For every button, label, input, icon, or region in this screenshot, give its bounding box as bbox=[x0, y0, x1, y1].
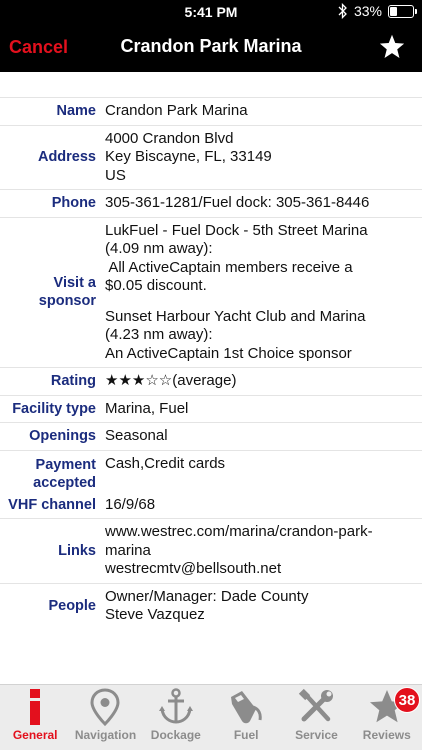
tab-label: Fuel bbox=[233, 728, 259, 742]
battery-percent: 33% bbox=[353, 3, 382, 19]
row-sponsor: Visit a sponsor LukFuel - Fuel Dock - 5t… bbox=[0, 218, 422, 368]
sponsor-text: LukFuel - Fuel Dock - 5th Street Marina bbox=[105, 221, 368, 239]
map-pin-icon bbox=[90, 688, 120, 727]
row-phone: Phone 305-361-1281/Fuel dock: 305-361-84… bbox=[0, 190, 422, 218]
address-label: Address bbox=[37, 149, 96, 166]
sponsor-text: $0.05 discount. bbox=[105, 277, 207, 294]
anchor-icon bbox=[158, 688, 193, 724]
info-icon bbox=[30, 689, 41, 725]
address-line: US bbox=[105, 166, 126, 184]
tab-service[interactable]: Service bbox=[281, 685, 351, 750]
tab-label: General bbox=[12, 728, 58, 742]
row-name: Name Crandon Park Marina bbox=[0, 98, 422, 126]
people-value: Owner/Manager: Dade County Steve Vazquez bbox=[100, 584, 422, 629]
people-line: Owner/Manager: Dade County bbox=[105, 587, 309, 605]
people-line: Steve Vazquez bbox=[105, 606, 205, 623]
phone-value[interactable]: 305-361-1281/Fuel dock: 305-361-8446 bbox=[100, 190, 422, 217]
links-label: Links bbox=[58, 542, 96, 559]
reviews-count-badge: 38 bbox=[393, 687, 420, 713]
tab-dockage[interactable]: Dockage bbox=[141, 685, 211, 750]
navigation-bar: Cancel Crandon Park Marina bbox=[0, 24, 422, 72]
row-rating: Rating ★★★☆☆(average) bbox=[0, 368, 422, 396]
sponsor-entry[interactable]: Sunset Harbour Yacht Club and Marina (4.… bbox=[105, 308, 422, 364]
openings-value: Seasonal bbox=[100, 423, 422, 450]
row-facility-type: Facility type Marina, Fuel bbox=[0, 396, 422, 423]
tab-reviews[interactable]: Reviews 38 bbox=[352, 685, 422, 750]
sponsor-spacer bbox=[105, 296, 422, 308]
rating-label: Rating bbox=[50, 373, 96, 390]
sponsor-label-line: sponsor bbox=[38, 293, 96, 310]
sponsor-entry[interactable]: LukFuel - Fuel Dock - 5th Street Marina … bbox=[105, 222, 422, 296]
tab-bar: General Navigation Dockage Fuel Service … bbox=[0, 684, 422, 750]
marina-details: Name Crandon Park Marina Address 4000 Cr… bbox=[0, 72, 422, 684]
tab-label: Navigation bbox=[74, 728, 137, 742]
rating-value: ★★★☆☆(average) bbox=[100, 368, 422, 395]
name-text: Crandon Park Marina bbox=[105, 102, 248, 119]
row-payment: Payment accepted Cash,Credit cards bbox=[0, 451, 422, 492]
website-link-text: marina bbox=[105, 541, 151, 559]
facility-type-text: Marina, Fuel bbox=[105, 399, 189, 417]
address-line: 4000 Crandon Blvd bbox=[105, 129, 234, 147]
top-spacer bbox=[0, 72, 422, 98]
payment-value: Cash,Credit cards bbox=[100, 451, 422, 492]
sponsor-text: All ActiveCaptain members receive a bbox=[105, 258, 353, 276]
facility-type-label: Facility type bbox=[12, 400, 96, 417]
openings-label: Openings bbox=[29, 428, 96, 445]
tab-label: Dockage bbox=[150, 728, 201, 742]
sponsor-text: Sunset Harbour Yacht Club and Marina bbox=[105, 307, 366, 325]
tab-navigation[interactable]: Navigation bbox=[70, 685, 140, 750]
payment-text: Cash,Credit cards bbox=[105, 454, 226, 472]
website-link-text: www.westrec.com/marina/crandon-park- bbox=[105, 523, 373, 540]
vhf-value: 16/9/68 bbox=[100, 492, 422, 519]
vhf-label-text: VHF channel bbox=[8, 496, 96, 513]
sponsor-text: (4.09 nm away): bbox=[105, 240, 213, 257]
payment-label: Payment accepted bbox=[0, 451, 100, 492]
vhf-label: VHF channel bbox=[0, 492, 100, 519]
website-link[interactable]: www.westrec.com/marina/crandon-park- mar… bbox=[105, 523, 422, 560]
row-links: Links www.westrec.com/marina/crandon-par… bbox=[0, 519, 422, 584]
name-label: Name bbox=[56, 103, 97, 120]
email-link[interactable]: westrecmtv@bellsouth.net bbox=[105, 560, 422, 579]
bluetooth-icon bbox=[338, 3, 347, 19]
facility-type-value: Marina, Fuel bbox=[100, 396, 422, 423]
address-value: 4000 Crandon Blvd Key Biscayne, FL, 3314… bbox=[100, 126, 422, 190]
vhf-text: 16/9/68 bbox=[105, 495, 156, 513]
tab-general[interactable]: General bbox=[0, 685, 70, 750]
phone-label: Phone bbox=[51, 195, 96, 212]
rating-stars: ★★★☆☆(average) bbox=[105, 372, 237, 389]
address-line: Key Biscayne, FL, 33149 bbox=[105, 148, 272, 165]
status-indicators: 33% bbox=[338, 3, 417, 19]
sponsor-value: LukFuel - Fuel Dock - 5th Street Marina … bbox=[100, 218, 422, 368]
battery-fill bbox=[390, 6, 397, 16]
sponsor-label-line: Visit a bbox=[53, 275, 96, 292]
favorite-star-icon[interactable] bbox=[378, 33, 406, 61]
tab-fuel[interactable]: Fuel bbox=[211, 685, 281, 750]
openings-text: Seasonal bbox=[105, 427, 168, 444]
sponsor-text: (4.23 nm away): bbox=[105, 326, 213, 343]
payment-label-line: accepted bbox=[33, 474, 96, 491]
row-people: People Owner/Manager: Dade County Steve … bbox=[0, 584, 422, 629]
links-value: www.westrec.com/marina/crandon-park- mar… bbox=[100, 519, 422, 583]
name-value: Crandon Park Marina bbox=[100, 98, 422, 125]
battery-icon bbox=[388, 4, 417, 18]
sponsor-label: Visit a sponsor bbox=[0, 218, 100, 368]
people-label: People bbox=[48, 598, 96, 614]
tools-icon bbox=[299, 688, 334, 722]
status-bar: 5:41 PM 33% bbox=[0, 0, 422, 24]
payment-label-line: Payment bbox=[35, 456, 96, 473]
tab-label: Service bbox=[295, 728, 338, 742]
phone-number[interactable]: 305-361-1281/Fuel dock: 305-361-8446 bbox=[105, 194, 422, 213]
row-vhf: VHF channel 16/9/68 bbox=[0, 492, 422, 519]
fuel-pump-icon bbox=[231, 691, 262, 724]
row-openings: Openings Seasonal bbox=[0, 423, 422, 451]
sponsor-text: An ActiveCaptain 1st Choice sponsor bbox=[105, 344, 352, 362]
row-address: Address 4000 Crandon Blvd Key Biscayne, … bbox=[0, 126, 422, 190]
cancel-button[interactable]: Cancel bbox=[9, 37, 68, 58]
tab-label: Reviews bbox=[362, 728, 411, 742]
